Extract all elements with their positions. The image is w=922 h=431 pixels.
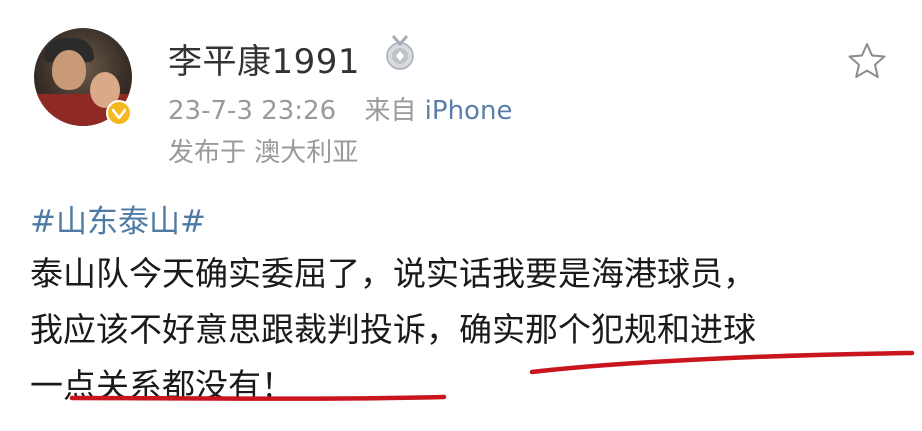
username[interactable]: 李平康1991: [168, 34, 360, 83]
content-line: 泰山队今天确实委屈了，说实话我要是海港球员，: [30, 254, 756, 293]
post-meta: 23-7-3 23:26 来自 iPhone: [168, 90, 512, 127]
source-device-link[interactable]: iPhone: [425, 96, 513, 126]
medal-icon: [386, 35, 414, 70]
star-icon[interactable]: [846, 40, 888, 82]
post-content: 泰山队今天确实委屈了，说实话我要是海港球员， 我应该不好意思跟裁判投诉，确实那个…: [30, 246, 910, 414]
content-line: 我应该不好意思跟裁判投诉，确实那个犯规和进球: [30, 310, 756, 349]
post-location: 发布于 澳大利亚: [168, 138, 359, 168]
source-prefix: 来自: [364, 96, 417, 126]
avatar-face: [52, 50, 86, 90]
content-line: 一点关系都没有！: [30, 366, 294, 405]
verified-badge-icon: [106, 100, 132, 126]
weibo-post-card: 李平康1991 23-7-3 23:26 来自 iPhone 发布于 澳大利亚 …: [0, 0, 922, 431]
post-time: 23-7-3 23:26: [168, 96, 337, 126]
hashtag-link[interactable]: #山东泰山#: [30, 196, 206, 241]
